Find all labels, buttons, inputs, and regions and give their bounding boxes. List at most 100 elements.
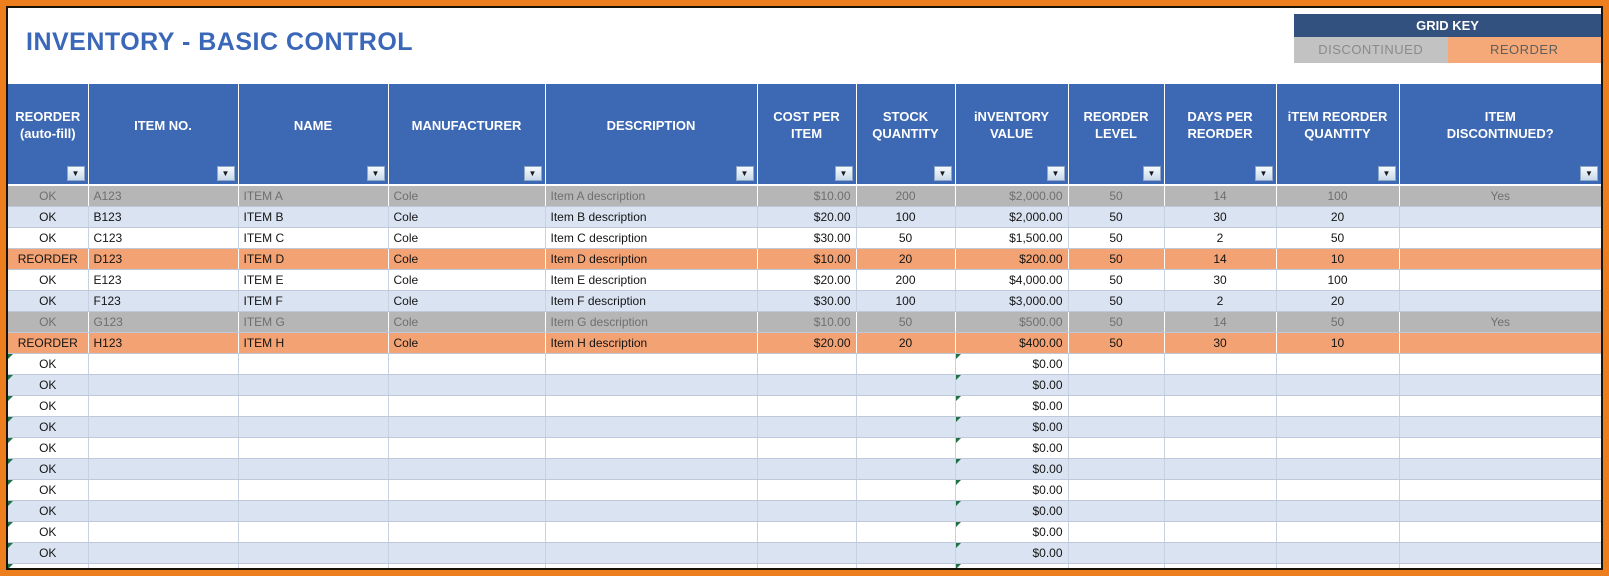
cell-reorder-level[interactable]	[1068, 437, 1165, 459]
cell-days-per-reorder[interactable]: 2	[1164, 290, 1277, 312]
cell-name[interactable]	[238, 353, 389, 375]
cell-item-reorder-qty[interactable]: 20	[1276, 290, 1400, 312]
cell-inventory-value[interactable]: $0.00	[955, 437, 1069, 459]
column-header[interactable]: STOCK QUANTITY ▼	[856, 84, 956, 186]
cell-stock-quantity[interactable]	[856, 374, 956, 396]
cell-item-no[interactable]: H123	[88, 332, 239, 354]
cell-days-per-reorder[interactable]	[1164, 542, 1277, 564]
filter-dropdown-button[interactable]: ▼	[1142, 166, 1161, 181]
cell-description[interactable]: Item G description	[545, 311, 758, 333]
column-header[interactable]: DAYS PER REORDER ▼	[1164, 84, 1277, 186]
cell-item-discontinued[interactable]	[1399, 395, 1601, 417]
cell-name[interactable]: ITEM G	[238, 311, 389, 333]
cell-item-discontinued[interactable]	[1399, 458, 1601, 480]
cell-inventory-value[interactable]: $0.00	[955, 563, 1069, 568]
column-header[interactable]: NAME ▼	[238, 84, 389, 186]
cell-item-reorder-qty[interactable]: 10	[1276, 332, 1400, 354]
cell-reorder-level[interactable]	[1068, 479, 1165, 501]
cell-reorder-status[interactable]: OK	[8, 500, 89, 522]
cell-description[interactable]: Item A description	[545, 185, 758, 207]
cell-reorder-status[interactable]: OK	[8, 206, 89, 228]
cell-cost-per-item[interactable]	[757, 353, 857, 375]
cell-manufacturer[interactable]	[388, 542, 546, 564]
cell-inventory-value[interactable]: $0.00	[955, 542, 1069, 564]
cell-reorder-level[interactable]: 50	[1068, 332, 1165, 354]
column-header[interactable]: ITEM NO. ▼	[88, 84, 239, 186]
cell-reorder-status[interactable]: OK	[8, 416, 89, 438]
cell-manufacturer[interactable]	[388, 353, 546, 375]
cell-inventory-value[interactable]: $0.00	[955, 458, 1069, 480]
filter-dropdown-button[interactable]: ▼	[366, 166, 385, 181]
cell-days-per-reorder[interactable]	[1164, 353, 1277, 375]
cell-cost-per-item[interactable]	[757, 395, 857, 417]
cell-description[interactable]: Item C description	[545, 227, 758, 249]
cell-name[interactable]: ITEM A	[238, 185, 389, 207]
cell-reorder-level[interactable]: 50	[1068, 206, 1165, 228]
cell-days-per-reorder[interactable]: 30	[1164, 269, 1277, 291]
cell-reorder-level[interactable]	[1068, 500, 1165, 522]
cell-reorder-status[interactable]: OK	[8, 269, 89, 291]
cell-stock-quantity[interactable]	[856, 458, 956, 480]
cell-description[interactable]: Item H description	[545, 332, 758, 354]
cell-name[interactable]	[238, 542, 389, 564]
cell-item-no[interactable]	[88, 458, 239, 480]
cell-item-discontinued[interactable]	[1399, 563, 1601, 568]
cell-item-discontinued[interactable]	[1399, 227, 1601, 249]
cell-stock-quantity[interactable]: 200	[856, 185, 956, 207]
cell-description[interactable]	[545, 479, 758, 501]
cell-reorder-level[interactable]	[1068, 416, 1165, 438]
cell-item-no[interactable]	[88, 479, 239, 501]
column-header[interactable]: iNVENTORY VALUE ▼	[955, 84, 1069, 186]
cell-cost-per-item[interactable]	[757, 479, 857, 501]
cell-name[interactable]	[238, 521, 389, 543]
cell-manufacturer[interactable]	[388, 521, 546, 543]
cell-reorder-status[interactable]: OK	[8, 290, 89, 312]
cell-inventory-value[interactable]: $0.00	[955, 500, 1069, 522]
cell-cost-per-item[interactable]: $30.00	[757, 227, 857, 249]
cell-cost-per-item[interactable]: $30.00	[757, 290, 857, 312]
cell-item-no[interactable]: B123	[88, 206, 239, 228]
cell-days-per-reorder[interactable]	[1164, 563, 1277, 568]
cell-inventory-value[interactable]: $0.00	[955, 353, 1069, 375]
cell-stock-quantity[interactable]	[856, 542, 956, 564]
cell-item-no[interactable]: D123	[88, 248, 239, 270]
cell-name[interactable]: ITEM F	[238, 290, 389, 312]
cell-item-no[interactable]: E123	[88, 269, 239, 291]
column-header[interactable]: DESCRIPTION ▼	[545, 84, 758, 186]
cell-inventory-value[interactable]: $500.00	[955, 311, 1069, 333]
cell-description[interactable]	[545, 437, 758, 459]
cell-reorder-status[interactable]: OK	[8, 185, 89, 207]
cell-reorder-status[interactable]: REORDER	[8, 332, 89, 354]
cell-cost-per-item[interactable]: $20.00	[757, 332, 857, 354]
cell-cost-per-item[interactable]: $10.00	[757, 248, 857, 270]
filter-dropdown-button[interactable]: ▼	[1377, 166, 1396, 181]
cell-days-per-reorder[interactable]: 14	[1164, 311, 1277, 333]
cell-days-per-reorder[interactable]	[1164, 458, 1277, 480]
cell-reorder-level[interactable]	[1068, 563, 1165, 568]
cell-name[interactable]	[238, 458, 389, 480]
cell-stock-quantity[interactable]	[856, 500, 956, 522]
cell-stock-quantity[interactable]	[856, 416, 956, 438]
cell-name[interactable]: ITEM D	[238, 248, 389, 270]
filter-dropdown-button[interactable]: ▼	[1580, 166, 1598, 181]
cell-days-per-reorder[interactable]: 30	[1164, 332, 1277, 354]
cell-item-discontinued[interactable]	[1399, 206, 1601, 228]
cell-item-reorder-qty[interactable]: 100	[1276, 269, 1400, 291]
cell-description[interactable]	[545, 374, 758, 396]
cell-item-no[interactable]	[88, 542, 239, 564]
cell-stock-quantity[interactable]: 50	[856, 311, 956, 333]
cell-cost-per-item[interactable]	[757, 416, 857, 438]
cell-inventory-value[interactable]: $0.00	[955, 479, 1069, 501]
cell-item-reorder-qty[interactable]	[1276, 479, 1400, 501]
cell-name[interactable]	[238, 395, 389, 417]
cell-reorder-status[interactable]: OK	[8, 437, 89, 459]
cell-description[interactable]	[545, 416, 758, 438]
cell-item-reorder-qty[interactable]: 50	[1276, 227, 1400, 249]
cell-item-reorder-qty[interactable]: 10	[1276, 248, 1400, 270]
cell-item-no[interactable]	[88, 500, 239, 522]
cell-stock-quantity[interactable]: 100	[856, 290, 956, 312]
cell-inventory-value[interactable]: $2,000.00	[955, 206, 1069, 228]
cell-days-per-reorder[interactable]	[1164, 416, 1277, 438]
cell-item-discontinued[interactable]	[1399, 353, 1601, 375]
cell-name[interactable]	[238, 479, 389, 501]
